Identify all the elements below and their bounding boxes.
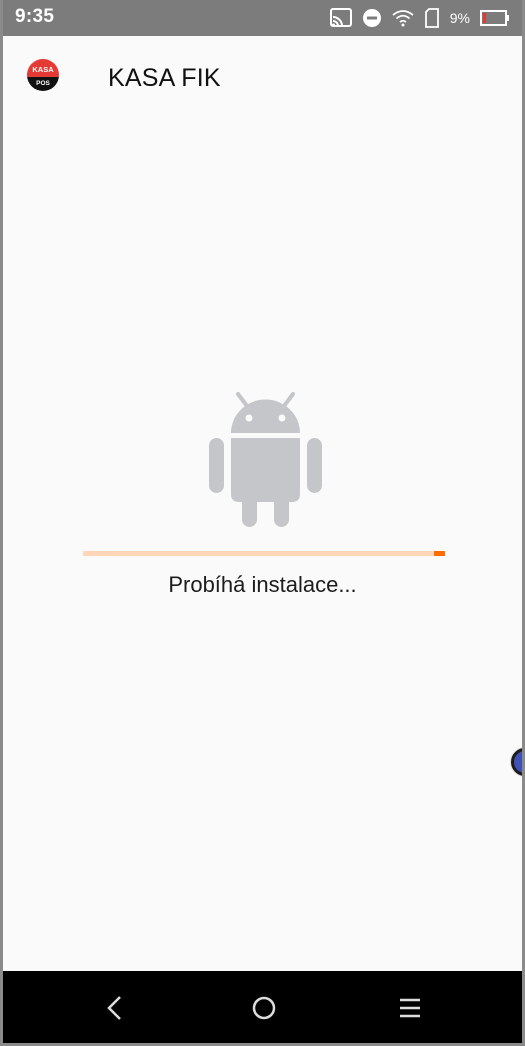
android-icon [207, 391, 324, 527]
cast-icon [329, 8, 352, 28]
logo-text-top: KASA [32, 65, 54, 74]
menu-icon [400, 998, 420, 1018]
battery-icon [480, 10, 510, 26]
back-icon [107, 996, 121, 1020]
wifi-icon [392, 9, 414, 27]
app-screen: 9:35 9% KASA POS KASA FIK Probíhá instal… [3, 0, 522, 1043]
install-status-text: Probíhá instalace... [168, 572, 357, 597]
do-not-disturb-icon [362, 8, 382, 28]
status-bar: 9:35 9% [3, 0, 522, 36]
app-title: KASA FIK [108, 64, 221, 92]
home-button[interactable] [247, 991, 281, 1025]
install-progress-bar [83, 551, 445, 556]
back-button[interactable] [97, 991, 131, 1025]
progress-fill [434, 551, 445, 556]
sim-icon [424, 8, 440, 28]
battery-percent: 9% [449, 10, 470, 26]
menu-button[interactable] [393, 991, 427, 1025]
app-logo: KASA POS [26, 58, 60, 92]
floating-assistant-button[interactable] [510, 747, 522, 777]
logo-text-bottom: POS [36, 80, 50, 87]
home-icon [252, 996, 276, 1020]
navigation-bar [3, 971, 522, 1043]
status-time: 9:35 [15, 6, 55, 27]
status-icons: 9% [329, 6, 510, 30]
